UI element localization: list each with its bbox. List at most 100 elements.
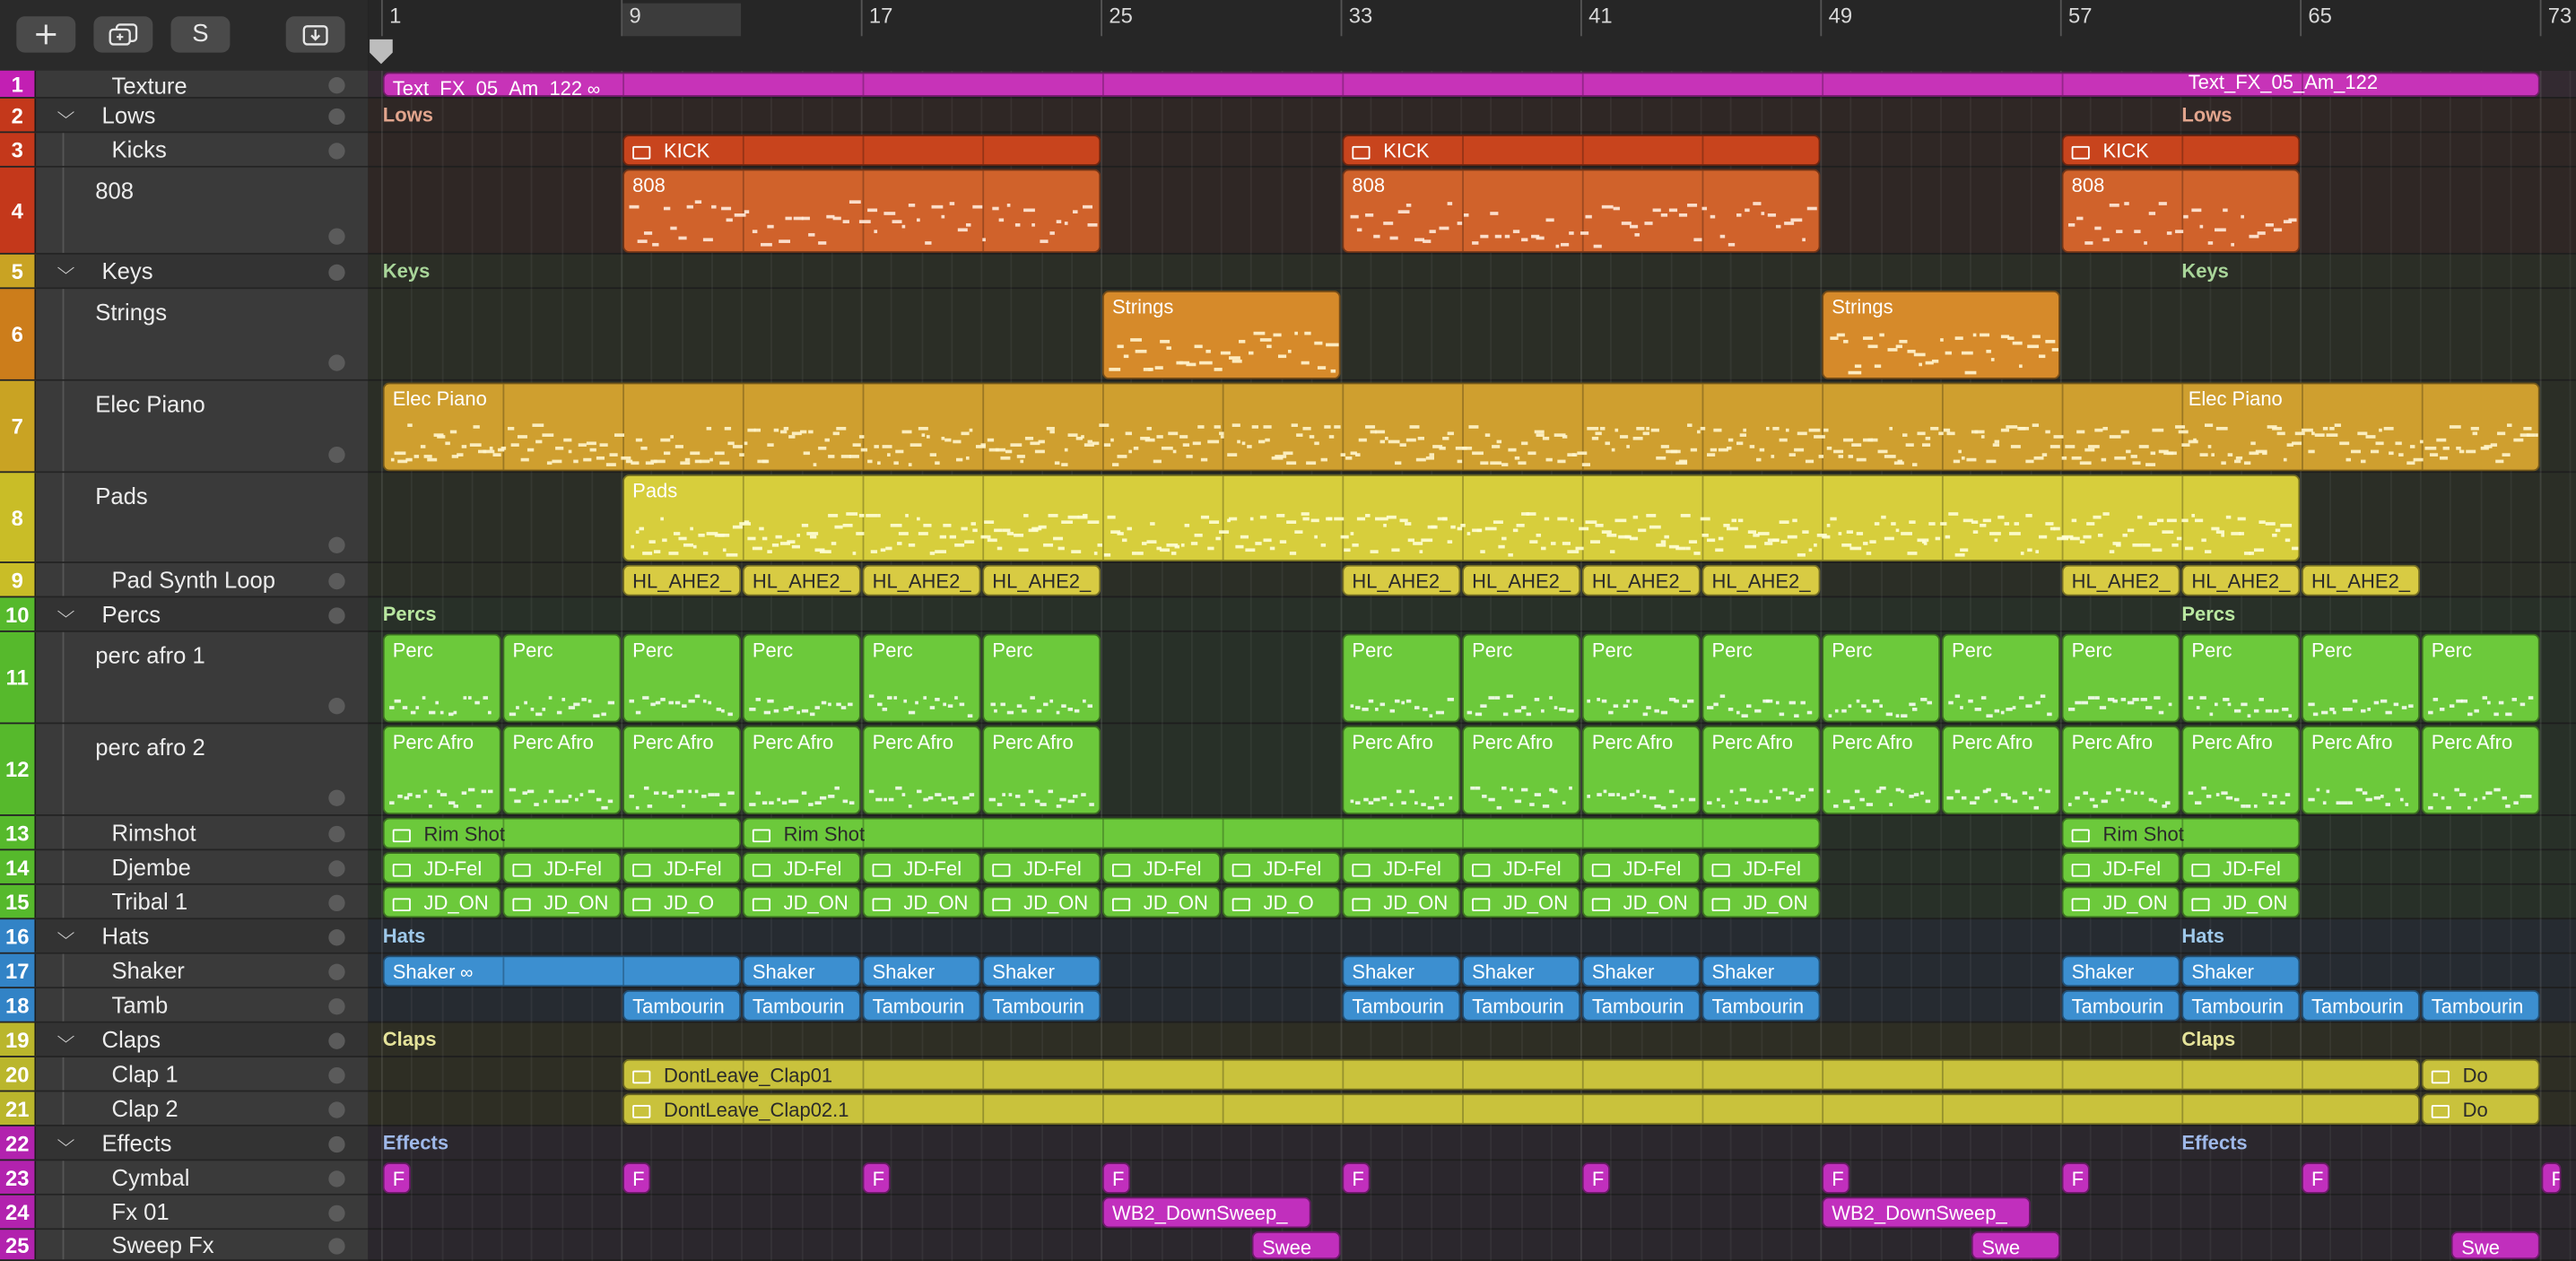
record-dot-icon[interactable] — [328, 536, 345, 553]
track-name[interactable]: perc afro 2 — [95, 734, 205, 760]
track-name[interactable]: Rimshot — [112, 820, 196, 846]
show-button[interactable]: S — [170, 16, 231, 53]
djembe-region[interactable]: JD-Fel — [1701, 852, 1821, 883]
record-dot-icon[interactable] — [328, 354, 345, 371]
pad-loop-region[interactable]: HL_AHE2_ — [982, 564, 1101, 596]
perc-region[interactable]: Perc — [982, 633, 1101, 723]
perc-afro-region[interactable]: Perc Afro — [1941, 726, 2060, 815]
tribal-region[interactable]: JD_ON — [2061, 886, 2180, 918]
808-region[interactable]: 808 — [2061, 169, 2301, 253]
record-dot-icon[interactable] — [328, 893, 345, 911]
djembe-region[interactable]: JD-Fel — [1222, 852, 1341, 883]
disclosure-chevron-icon[interactable]: ⌵ — [57, 924, 75, 945]
pad-loop-region[interactable]: HL_AHE2_ — [1701, 564, 1821, 596]
perc-afro-region[interactable]: Perc Afro — [1581, 726, 1701, 815]
perc-region[interactable]: Perc — [502, 633, 622, 723]
track-lane[interactable] — [368, 1022, 2576, 1057]
cymbal-region[interactable]: F — [1342, 1162, 1371, 1194]
shaker-region[interactable]: Shaker — [1342, 955, 1461, 987]
track-lane[interactable] — [368, 597, 2576, 632]
record-dot-icon[interactable] — [328, 1066, 345, 1083]
track-lane[interactable] — [368, 1230, 2576, 1261]
track-lane[interactable] — [368, 1195, 2576, 1231]
record-dot-icon[interactable] — [328, 1100, 345, 1118]
perc-afro-region[interactable]: Perc Afro — [1342, 726, 1461, 815]
disclosure-chevron-icon[interactable]: ⌵ — [57, 1027, 75, 1048]
track-name[interactable]: perc afro 1 — [95, 642, 205, 668]
summing-track-header[interactable]: 10 ⌵ Percs — [0, 597, 369, 632]
djembe-region[interactable]: JD-Fel — [982, 852, 1101, 883]
kick-region[interactable]: KICK — [1342, 135, 1821, 166]
downsweep-region[interactable]: WB2_DownSweep_ — [1822, 1196, 2031, 1229]
tambourine-region[interactable]: Tambourin — [982, 989, 1101, 1022]
perc-region[interactable]: Perc — [2302, 633, 2420, 723]
track-name[interactable]: Percs — [102, 601, 161, 627]
pad-loop-region[interactable]: HL_AHE2_ — [1462, 564, 1580, 596]
cymbal-region[interactable]: F — [1581, 1162, 1611, 1194]
track-header-body[interactable]: ⌵ Hats — [36, 919, 369, 952]
cymbal-region[interactable]: F — [622, 1162, 651, 1194]
shaker-region[interactable]: Shaker — [2181, 955, 2301, 987]
kick-region[interactable]: KICK — [622, 135, 1101, 166]
track-name[interactable]: Clap 2 — [112, 1095, 178, 1121]
shaker-region[interactable]: Shaker — [2061, 955, 2180, 987]
clap1-region[interactable]: DontLeave_Clap01 — [622, 1058, 2420, 1091]
shaker-region[interactable]: Shaker — [1462, 955, 1580, 987]
record-dot-icon[interactable] — [328, 228, 345, 245]
djembe-region[interactable]: JD-Fel — [1342, 852, 1461, 883]
track-header-body[interactable]: ⌵ Percs — [36, 597, 369, 630]
tribal-region[interactable]: JD_ON — [2181, 886, 2301, 918]
track-header[interactable]: 7 Elec Piano — [0, 380, 369, 474]
tambourine-region[interactable]: Tambourin — [1581, 989, 1701, 1022]
record-dot-icon[interactable] — [328, 824, 345, 842]
rimshot-region[interactable]: Rim Shot — [382, 817, 742, 849]
track-lane[interactable] — [368, 919, 2576, 954]
track-name[interactable]: Keys — [102, 257, 153, 283]
track-header-body[interactable]: Texture — [36, 70, 369, 99]
tambourine-region[interactable]: Tambourin — [1701, 989, 1821, 1022]
record-dot-icon[interactable] — [328, 571, 345, 589]
perc-afro-region[interactable]: Perc Afro — [2061, 726, 2180, 815]
strings-region[interactable]: Strings — [1102, 291, 1341, 379]
summing-track-header[interactable]: 16 ⌵ Hats — [0, 919, 369, 954]
tambourine-region[interactable]: Tambourin — [862, 989, 981, 1022]
strings-region[interactable]: Strings — [1822, 291, 2060, 379]
kick-region[interactable]: KICK — [2061, 135, 2301, 166]
tribal-region[interactable]: JD_ON — [382, 886, 501, 918]
perc-region[interactable]: Perc — [1581, 633, 1701, 723]
track-header[interactable]: 25 Sweep Fx — [0, 1230, 369, 1261]
record-dot-icon[interactable] — [328, 76, 345, 93]
summing-track-header[interactable]: 19 ⌵ Claps — [0, 1022, 369, 1057]
track-header[interactable]: 17 Shaker — [0, 953, 369, 989]
perc-afro-region[interactable]: Perc Afro — [1701, 726, 1821, 815]
perc-region[interactable]: Perc — [1941, 633, 2060, 723]
track-header-body[interactable]: ⌵ Effects — [36, 1126, 369, 1160]
perc-afro-region[interactable]: Perc Afro — [1822, 726, 1941, 815]
perc-afro-region[interactable]: Perc Afro — [622, 726, 742, 815]
track-header[interactable]: 18 Tamb — [0, 988, 369, 1023]
track-header-body[interactable]: Clap 2 — [36, 1091, 369, 1126]
track-name[interactable]: Sweep Fx — [112, 1231, 214, 1257]
djembe-region[interactable]: JD-Fel — [742, 852, 861, 883]
track-header[interactable]: 12 perc afro 2 — [0, 724, 369, 816]
tribal-region[interactable]: JD_ON — [982, 886, 1101, 918]
djembe-region[interactable]: JD-Fel — [1581, 852, 1701, 883]
track-header[interactable]: 4 808 — [0, 167, 369, 255]
downsweep-region[interactable]: WB2_DownSweep_ — [1102, 1196, 1311, 1229]
track-header[interactable]: 14 Djembe — [0, 850, 369, 885]
track-name[interactable]: Pads — [95, 483, 147, 509]
disclosure-chevron-icon[interactable]: ⌵ — [57, 1130, 75, 1152]
pad-loop-region[interactable]: HL_AHE2_ — [1342, 564, 1461, 596]
rimshot-region[interactable]: Rim Shot — [742, 817, 1821, 849]
clap1-region[interactable]: Do — [2421, 1058, 2540, 1091]
shaker-region[interactable]: Shaker — [1581, 955, 1701, 987]
pad-loop-region[interactable]: HL_AHE2_ — [742, 564, 861, 596]
perc-afro-region[interactable]: Perc Afro — [2421, 726, 2540, 815]
perc-region[interactable]: Perc — [862, 633, 981, 723]
record-dot-icon[interactable] — [328, 606, 345, 623]
track-name[interactable]: 808 — [95, 178, 134, 204]
track-lane[interactable] — [368, 98, 2576, 134]
pad-loop-region[interactable]: HL_AHE2_ — [2302, 564, 2420, 596]
perc-region[interactable]: Perc — [2061, 633, 2180, 723]
track-header-body[interactable]: Strings — [36, 289, 369, 379]
